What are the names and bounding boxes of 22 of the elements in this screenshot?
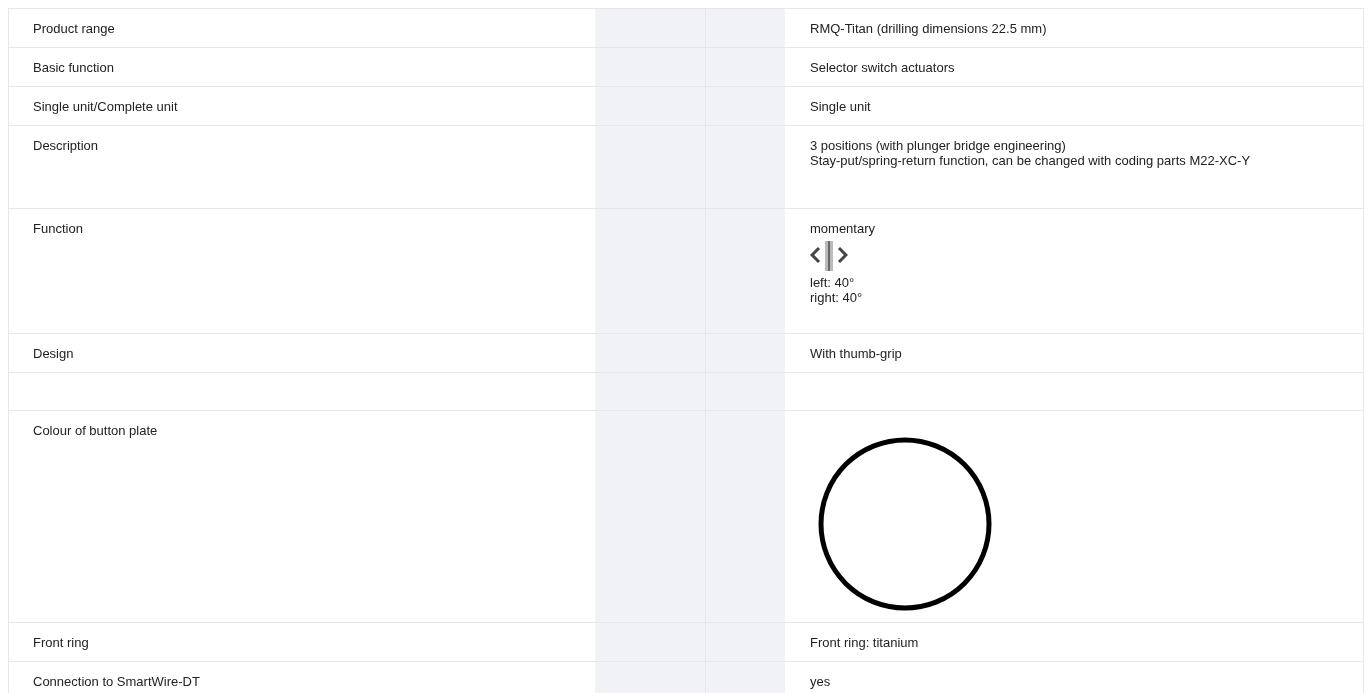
property-label: Colour of button plate [33, 423, 158, 438]
property-label: Front ring [33, 635, 89, 650]
property-value: left: 40° [810, 275, 856, 290]
property-value: momentary [810, 221, 877, 236]
property-value: Stay-put/spring-return function, can be changed with coding parts M22-XC-Y [810, 153, 1252, 168]
property-label: Product range [33, 21, 115, 36]
property-value: 3 positions (with plunger bridge engineering) [810, 138, 1067, 153]
button-plate-circle-icon [818, 437, 992, 611]
property-value: yes [810, 674, 832, 689]
property-label: Description [33, 138, 99, 153]
selector-positions-icon [810, 240, 848, 272]
property-label: Design [33, 346, 74, 361]
property-label: Connection to SmartWire-DT [33, 674, 200, 689]
property-value: right: 40° [810, 290, 864, 305]
property-value: Single unit [810, 99, 872, 114]
property-value: Front ring: titanium [810, 635, 920, 650]
property-label: Single unit/Complete unit [33, 99, 178, 114]
property-value: With thumb-grip [810, 346, 903, 361]
property-label: Basic function [33, 60, 114, 75]
property-label: Function [33, 221, 83, 236]
property-value: Selector switch actuators [810, 60, 956, 75]
property-value: RMQ-Titan (drilling dimensions 22.5 mm) [810, 21, 1048, 36]
